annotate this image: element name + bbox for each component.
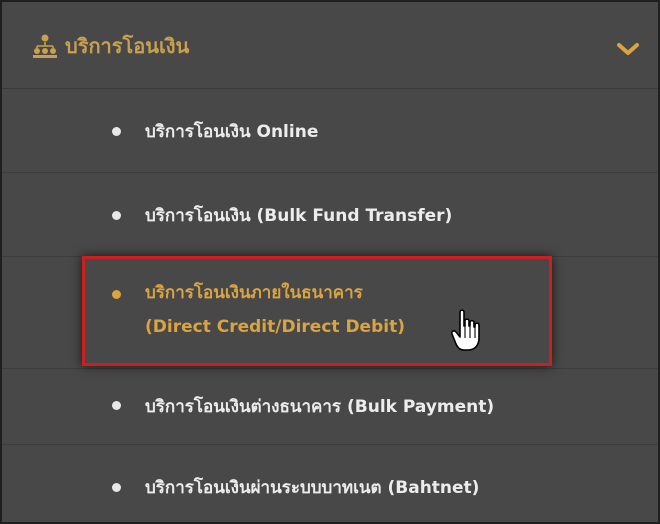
menu-item-label: บริการโอนเงิน Online <box>145 122 319 142</box>
menu-item-label: บริการโอนเงิน (Bulk Fund Transfer) <box>145 206 453 226</box>
menu-item-label: บริการโอนเงินผ่านระบบบาทเนต (Bahtnet) <box>145 478 480 498</box>
menu-item-bulk-fund-transfer[interactable]: บริการโอนเงิน (Bulk Fund Transfer) <box>2 172 658 257</box>
transfer-menu-panel: บริการโอนเงิน บริการโอนเงิน Online บริกา… <box>0 0 660 524</box>
menu-header-label: บริการโอนเงิน <box>65 34 190 58</box>
menu-header-transfer-services[interactable]: บริการโอนเงิน <box>2 2 658 89</box>
menu-item-online-transfer[interactable]: บริการโอนเงิน Online <box>2 88 658 173</box>
org-tree-icon <box>33 34 57 58</box>
menu-item-bahtnet[interactable]: บริการโอนเงินผ่านระบบบาทเนต (Bahtnet) <box>2 444 658 522</box>
bullet-icon <box>112 401 121 410</box>
bullet-icon <box>112 127 121 136</box>
chevron-down-icon[interactable] <box>616 40 640 58</box>
hand-pointer-icon <box>451 309 480 351</box>
bullet-icon <box>112 211 121 220</box>
bullet-icon <box>112 483 121 492</box>
menu-item-label: บริการโอนเงินต่างธนาคาร (Bulk Payment) <box>145 397 495 417</box>
menu-item-bulk-payment[interactable]: บริการโอนเงินต่างธนาคาร (Bulk Payment) <box>2 368 658 445</box>
